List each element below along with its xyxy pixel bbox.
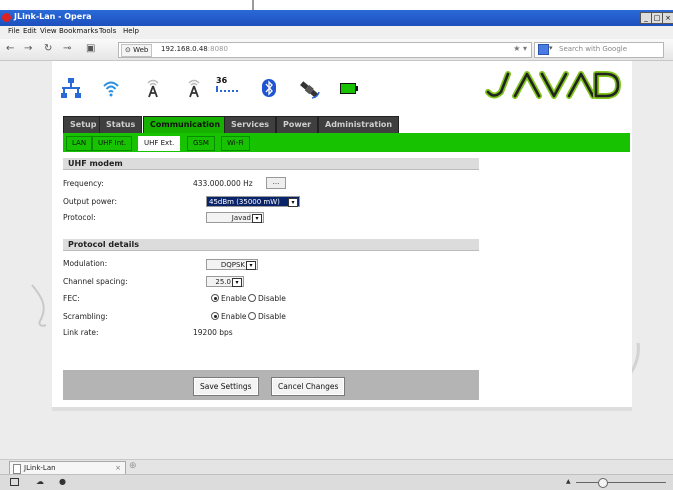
menu-edit[interactable]: Edit xyxy=(23,27,37,35)
tab-setup[interactable]: Setup xyxy=(63,116,104,133)
link-rate-label: Link rate: xyxy=(63,328,99,337)
channel-spacing-value: 25.0 xyxy=(215,278,231,286)
speed-dial-icon[interactable]: ● xyxy=(59,477,66,486)
javad-logo xyxy=(485,71,621,99)
close-icon[interactable]: × xyxy=(662,12,673,24)
google-icon[interactable] xyxy=(538,44,549,55)
menu-bookmarks[interactable]: Bookmarks xyxy=(59,27,98,35)
key-icon[interactable]: ⊸ xyxy=(63,43,71,54)
tab-administration[interactable]: Administration xyxy=(318,116,400,133)
antenna-icon xyxy=(147,79,159,98)
chevron-down-icon: ▾ xyxy=(246,261,256,270)
chevron-down-icon: ▾ xyxy=(288,198,298,207)
page-icon xyxy=(13,464,21,474)
link-rate-value: 19200 bps xyxy=(193,328,233,337)
frequency-value: 433.000.000 Hz xyxy=(193,179,253,188)
image-icon[interactable]: ▣ xyxy=(86,43,95,54)
channel-spacing-select[interactable]: 25.0 ▾ xyxy=(206,276,244,287)
menu-tools[interactable]: Tools xyxy=(99,27,116,35)
forward-icon[interactable]: → xyxy=(24,43,32,54)
output-power-select[interactable]: 45dBm (35000 mW) ▾ xyxy=(206,196,300,207)
content-panel-shadow xyxy=(52,407,632,411)
content-panel xyxy=(52,61,632,407)
radio-selected-icon[interactable] xyxy=(211,294,219,302)
cancel-changes-button[interactable]: Cancel Changes xyxy=(271,377,346,396)
star-icon[interactable]: ★ ▾ xyxy=(513,44,527,53)
bluetooth-icon xyxy=(262,79,276,97)
modulation-value: DQPSK xyxy=(220,261,245,269)
output-power-value: 45dBm (35000 mW) xyxy=(209,198,280,206)
channel-spacing-label: Channel spacing: xyxy=(63,277,128,286)
chevron-down-icon: ▾ xyxy=(252,214,262,223)
battery-icon xyxy=(340,83,358,94)
zoom-up-icon[interactable]: ▲ xyxy=(566,478,571,485)
scrambling-disable-option[interactable]: Disable xyxy=(248,312,286,321)
menu-bar: File Edit View Bookmarks Tools Help xyxy=(0,26,673,39)
url-text: 192.168.0.48:8080 xyxy=(161,45,228,53)
subtab-lan[interactable]: LAN xyxy=(66,136,93,151)
save-settings-button[interactable]: Save Settings xyxy=(193,377,259,396)
subtab-gsm[interactable]: GSM xyxy=(187,136,215,151)
web-badge: ⊙ Web xyxy=(121,44,153,57)
protocol-select[interactable]: Javad ▾ xyxy=(206,212,264,223)
search-input[interactable]: ▾ Search with Google xyxy=(534,42,664,58)
fec-enable-option[interactable]: Enable xyxy=(211,294,247,303)
fec-disable-option[interactable]: Disable xyxy=(248,294,286,303)
close-tab-icon[interactable]: × xyxy=(115,462,121,474)
section-uhf-modem-heading: UHF modem xyxy=(63,158,479,170)
menu-view[interactable]: View xyxy=(40,27,57,35)
reload-icon[interactable]: ↻ xyxy=(44,43,52,54)
search-placeholder: Search with Google xyxy=(559,45,628,53)
scrambling-enable-option[interactable]: Enable xyxy=(211,312,247,321)
browser-tab[interactable]: JLink-Lan × xyxy=(9,461,126,475)
frequency-edit-button[interactable]: ... xyxy=(266,177,286,189)
subtab-uhf-ext[interactable]: UHF Ext. xyxy=(138,136,181,151)
browser-tab-title: JLink-Lan xyxy=(24,464,56,472)
tab-services[interactable]: Services xyxy=(224,116,277,133)
zoom-slider[interactable] xyxy=(576,482,666,483)
satellite-icon xyxy=(300,81,320,99)
frequency-label: Frequency: xyxy=(63,179,104,188)
zoom-slider-handle[interactable] xyxy=(598,478,608,488)
fec-label: FEC: xyxy=(63,294,80,303)
tab-status[interactable]: Status xyxy=(99,116,143,133)
protocol-value: Javad xyxy=(231,214,251,222)
section-protocol-details-heading: Protocol details xyxy=(63,239,479,251)
browser-tab-strip: JLink-Lan × ⊕ xyxy=(0,459,673,475)
tab-communication[interactable]: Communication xyxy=(143,116,228,133)
back-icon[interactable]: ← xyxy=(6,43,14,54)
radio-icon[interactable] xyxy=(248,294,256,302)
modulation-select[interactable]: DQPSK ▾ xyxy=(206,259,258,270)
network-icon xyxy=(61,78,81,98)
menu-help[interactable]: Help xyxy=(123,27,139,35)
window-title: JLink-Lan - Opera xyxy=(14,12,92,21)
radio-icon[interactable] xyxy=(248,312,256,320)
signal-bars-icon xyxy=(216,86,238,92)
sub-tab-bar: LAN UHF Int. UHF Ext. GSM Wi-Fi xyxy=(63,133,630,152)
panel-toggle-icon[interactable] xyxy=(10,478,19,486)
window-title-bar[interactable]: JLink-Lan - Opera _ □ × xyxy=(0,10,673,26)
wifi-icon xyxy=(103,81,119,97)
subtab-uhf-int[interactable]: UHF Int. xyxy=(92,136,133,151)
browser-status-bar: ☁ ● ▲ xyxy=(0,474,673,490)
output-power-label: Output power: xyxy=(63,197,118,206)
radio-selected-icon[interactable] xyxy=(211,312,219,320)
subtab-wifi[interactable]: Wi-Fi xyxy=(221,136,250,151)
scrambling-label: Scrambling: xyxy=(63,312,108,321)
signal-count: 36 xyxy=(216,76,228,85)
navigation-toolbar: ← → ↻ ⊸ ▣ ⊙ Web 192.168.0.48:8080 ★ ▾ ▾ … xyxy=(0,39,673,61)
address-field[interactable]: ⊙ Web 192.168.0.48:8080 ★ ▾ xyxy=(118,42,532,58)
antenna-icon xyxy=(188,79,200,98)
search-dropdown-icon[interactable]: ▾ xyxy=(549,44,553,52)
chevron-down-icon: ▾ xyxy=(232,278,242,287)
tab-power[interactable]: Power xyxy=(276,116,319,133)
menu-file[interactable]: File xyxy=(8,27,20,35)
new-tab-icon[interactable]: ⊕ xyxy=(129,461,137,471)
protocol-label: Protocol: xyxy=(63,213,96,222)
modulation-label: Modulation: xyxy=(63,259,108,268)
opera-icon xyxy=(2,13,11,22)
desktop-background xyxy=(0,0,673,10)
cloud-icon[interactable]: ☁ xyxy=(36,477,44,486)
